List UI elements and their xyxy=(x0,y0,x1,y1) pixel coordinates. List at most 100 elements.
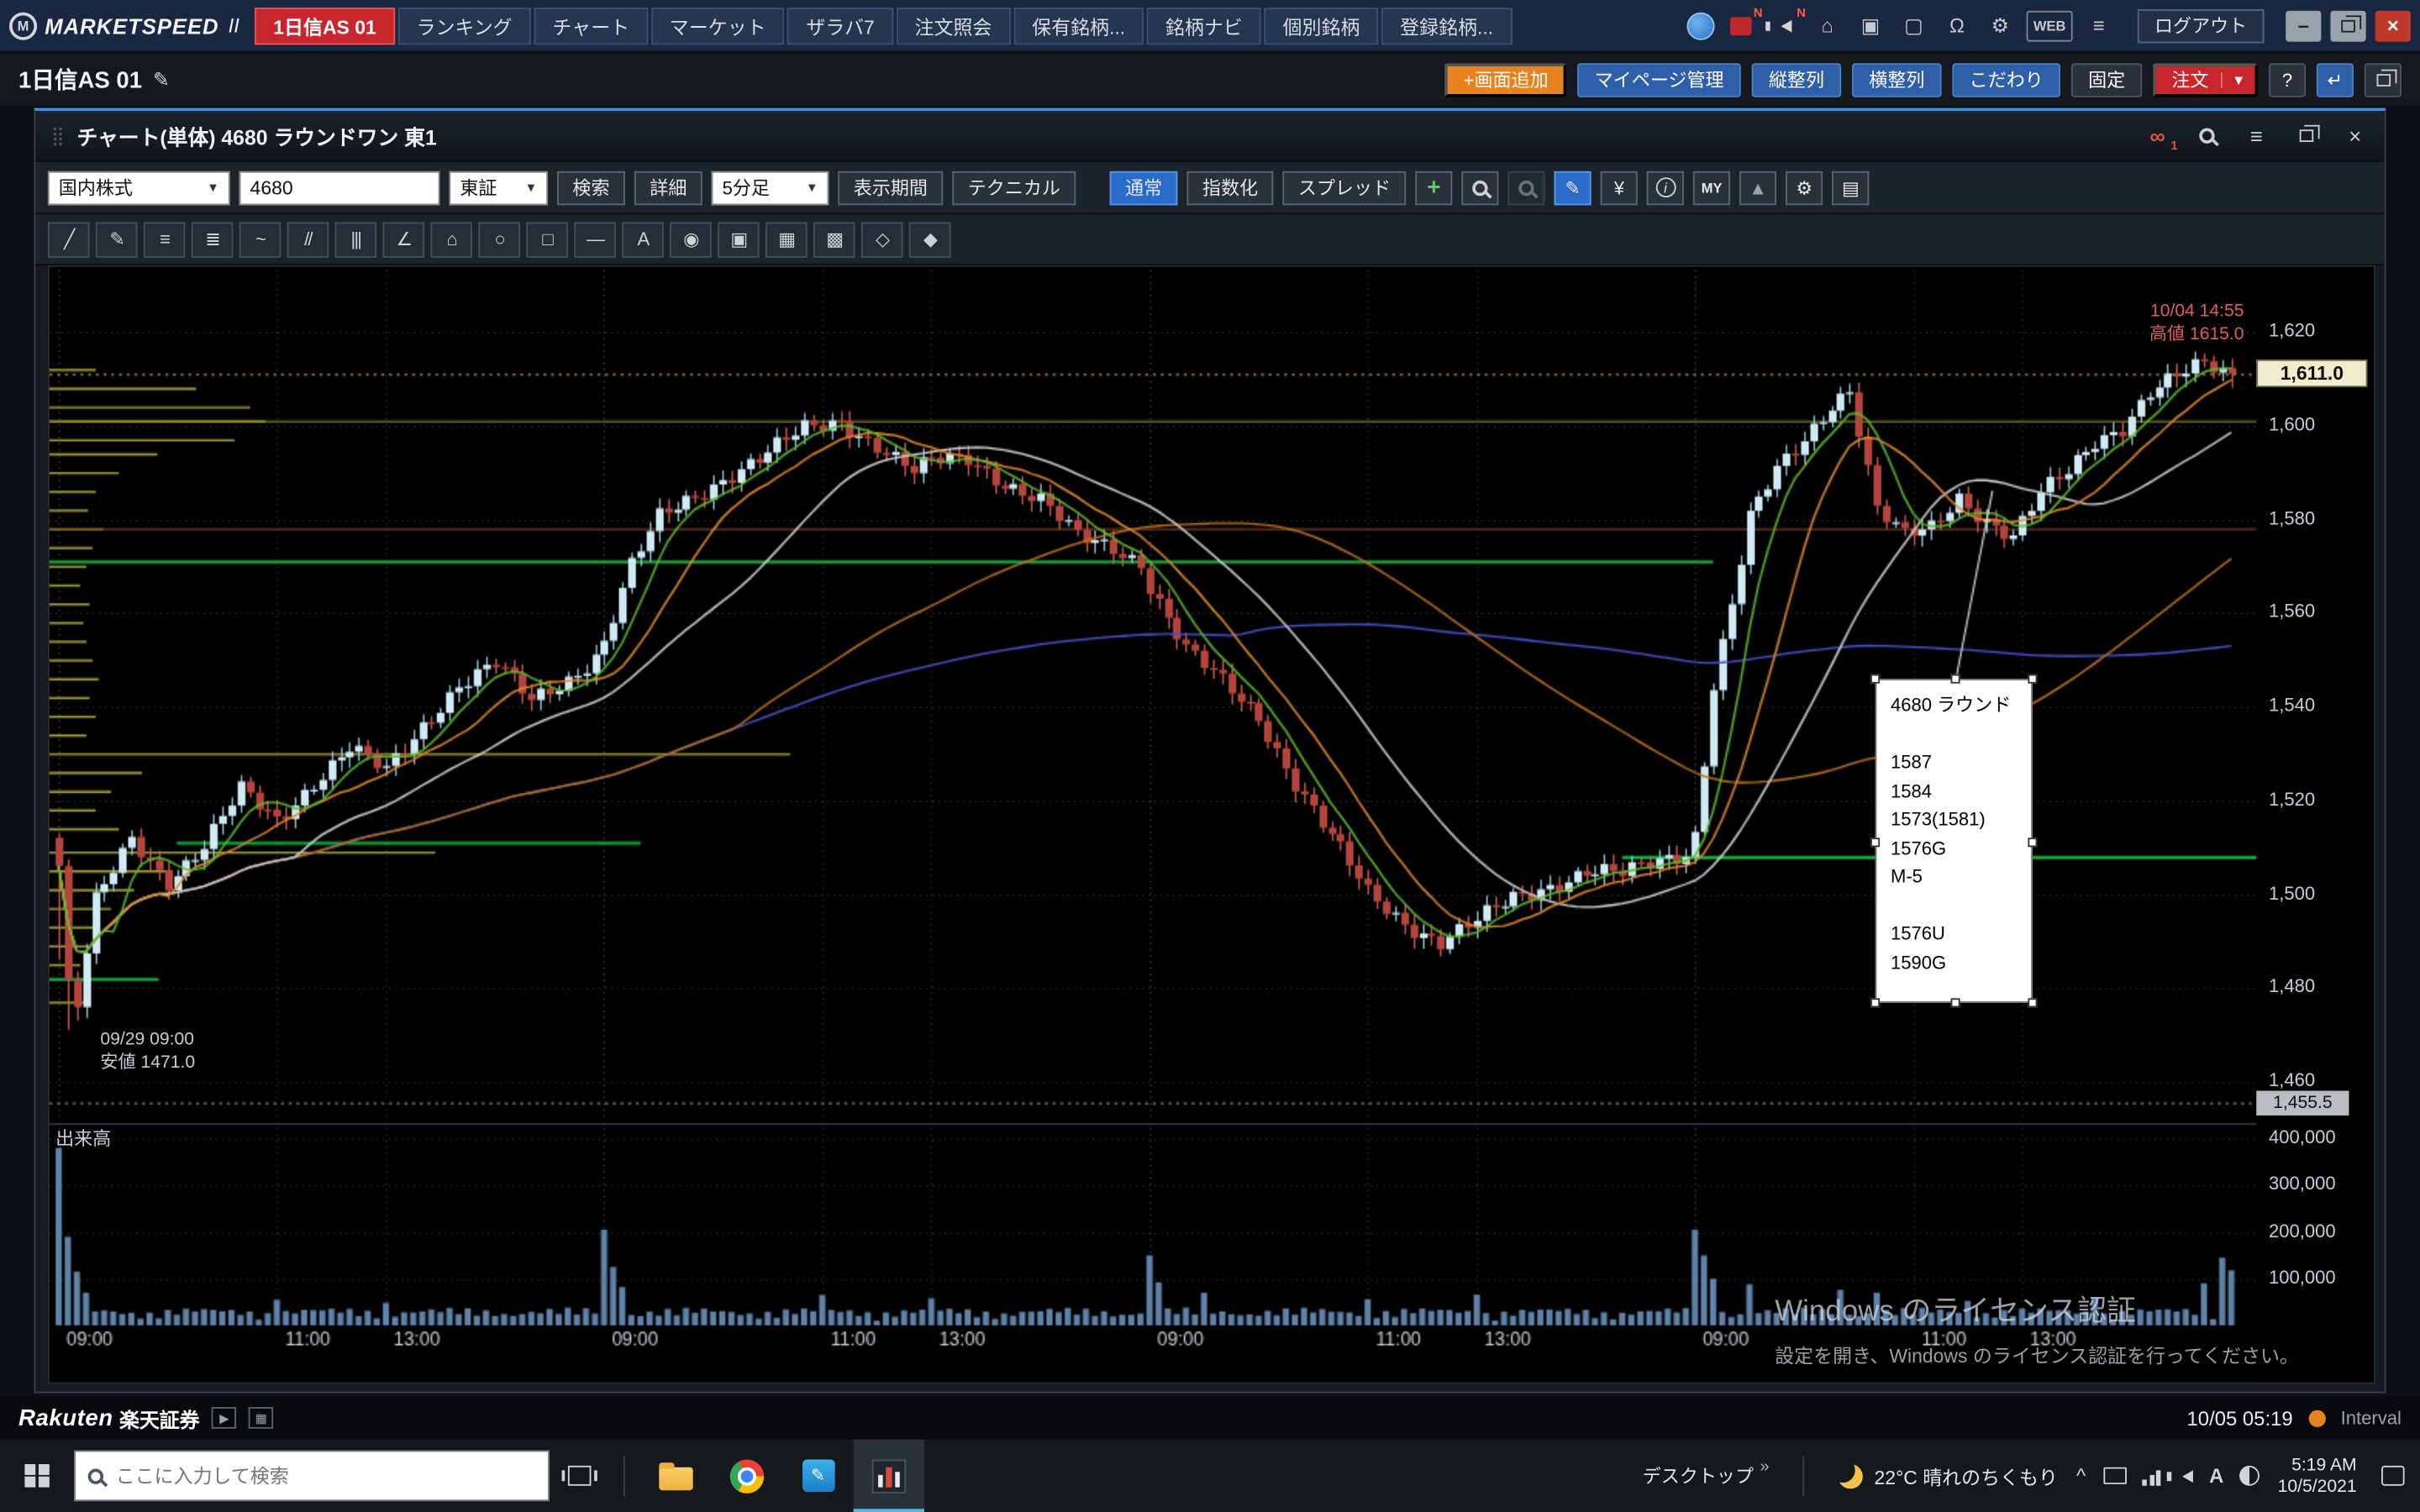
selection-handle[interactable] xyxy=(1870,675,1880,684)
price-lines-dense-tool[interactable]: ≣ xyxy=(192,222,234,257)
selection-handle[interactable] xyxy=(1951,675,1960,684)
app-close-button[interactable]: × xyxy=(2375,10,2411,41)
settings-wrench-button[interactable]: ⚙ xyxy=(1786,171,1823,204)
my-chart-button[interactable]: MY xyxy=(1693,171,1730,204)
window-close-icon[interactable]: × xyxy=(2341,122,2369,150)
order-button[interactable]: 注文▼ xyxy=(2153,62,2258,96)
order-dropdown-icon[interactable]: ▼ xyxy=(2221,71,2245,87)
angle-line-tool[interactable]: ∠ xyxy=(383,222,425,257)
tab-market[interactable]: マーケット xyxy=(651,7,785,44)
timeframe-select[interactable]: 5分足▼ xyxy=(712,171,829,204)
notes-app-button[interactable]: ✎ xyxy=(782,1440,853,1512)
freehand-tool[interactable]: ✎ xyxy=(96,222,138,257)
horizontal-segment-tool[interactable]: — xyxy=(574,222,616,257)
tab-registered-stocks[interactable]: 登録銘柄... xyxy=(1381,7,1512,44)
selection-handle[interactable] xyxy=(1951,998,1960,1007)
window-menu-icon[interactable]: ≡ xyxy=(2243,122,2270,150)
action-center-icon[interactable] xyxy=(2381,1466,2405,1486)
display-icon[interactable] xyxy=(2104,1467,2128,1484)
draw-mode-button[interactable]: ✎ xyxy=(1555,171,1591,204)
area-chart-button[interactable]: ▲ xyxy=(1739,171,1776,204)
eraser-tool[interactable]: ◇ xyxy=(861,222,903,257)
detail-button[interactable]: 詳細 xyxy=(634,171,702,204)
taskbar-search[interactable] xyxy=(74,1450,550,1501)
link-icon[interactable]: ∞1 xyxy=(2144,122,2171,150)
tab-stock-navi[interactable]: 銘柄ナビ xyxy=(1147,7,1261,44)
window-restore-icon[interactable] xyxy=(2291,122,2319,150)
trendline-tool[interactable]: ╱ xyxy=(48,222,90,257)
text-tool[interactable]: A xyxy=(622,222,664,257)
drag-grip-icon[interactable]: ⣿ xyxy=(51,125,65,147)
zoom-in-button[interactable] xyxy=(1462,171,1499,204)
bell-icon[interactable]: Ω xyxy=(1940,10,1974,41)
contrast-icon[interactable] xyxy=(2239,1466,2260,1486)
selection-handle[interactable] xyxy=(2028,837,2037,847)
polygon-tool[interactable]: ⌂ xyxy=(430,222,472,257)
zoom-out-button[interactable] xyxy=(1508,171,1545,204)
menu-icon[interactable]: ≡ xyxy=(2082,10,2116,41)
selection-handle[interactable] xyxy=(1870,837,1880,847)
tray-overflow-caret[interactable]: ^ xyxy=(2076,1464,2086,1488)
home-icon[interactable]: ⌂ xyxy=(1810,10,1844,41)
taskbar-clock[interactable]: 5:19 AM 10/5/2021 xyxy=(2278,1454,2357,1497)
ime-mode-icon[interactable]: A xyxy=(2209,1464,2223,1488)
help-button[interactable]: ? xyxy=(2269,62,2306,96)
market-news-icon[interactable]: N xyxy=(1724,10,1758,41)
kodawari-button[interactable]: こだわり xyxy=(1952,62,2060,96)
tab-chart[interactable]: チャート xyxy=(534,7,648,44)
icon-stamp-tool[interactable]: ◉ xyxy=(670,222,712,257)
tab-holdings[interactable]: 保有銘柄... xyxy=(1013,7,1144,44)
edit-title-icon[interactable]: ✎ xyxy=(153,67,170,92)
taskbar-search-input[interactable] xyxy=(116,1465,487,1487)
weather-widget[interactable]: 22°C 晴れのちくもり xyxy=(1839,1461,2058,1490)
rectangle-tool[interactable]: □ xyxy=(526,222,568,257)
logout-button[interactable]: ログアウト xyxy=(2138,8,2265,42)
chart-note-annotation[interactable]: 4680 ラウンド 1587 1584 1573(1581) 1576G M-5… xyxy=(1876,679,2033,1003)
eraser-all-tool[interactable]: ◆ xyxy=(909,222,951,257)
network-icon[interactable] xyxy=(2143,1467,2161,1485)
search-button[interactable]: 検索 xyxy=(557,171,625,204)
exchange-select[interactable]: 東証▼ xyxy=(449,171,548,204)
layout-popout-icon[interactable] xyxy=(2365,62,2402,96)
spread-mode-button[interactable]: スプレッド xyxy=(1282,171,1406,204)
file-explorer-button[interactable] xyxy=(640,1440,711,1512)
window-search-icon[interactable] xyxy=(2193,122,2221,150)
chrome-button[interactable] xyxy=(712,1440,782,1512)
panel-toggle-icon[interactable]: ▶ xyxy=(212,1407,236,1429)
settings-gear-icon[interactable]: ⚙ xyxy=(1983,10,2017,41)
vertical-lines-tool[interactable]: ||| xyxy=(335,222,377,257)
pin-button[interactable]: 固定 xyxy=(2071,62,2143,96)
ellipse-tool[interactable]: ○ xyxy=(478,222,520,257)
mypage-manage-button[interactable]: マイページ管理 xyxy=(1578,62,1741,96)
volume-icon[interactable] xyxy=(2177,1469,2194,1482)
selection-handle[interactable] xyxy=(2028,998,2037,1007)
layout-grid-icon[interactable]: ▦ xyxy=(249,1407,273,1429)
symbol-code-input[interactable] xyxy=(239,171,440,204)
selection-handle[interactable] xyxy=(2028,675,2037,684)
horizontal-align-button[interactable]: 横整列 xyxy=(1852,62,1942,96)
price-lines-tool[interactable]: ≡ xyxy=(144,222,186,257)
monitor-icon[interactable]: ▢ xyxy=(1897,10,1930,41)
tab-individual-stock[interactable]: 個別銘柄 xyxy=(1264,7,1378,44)
app-minimize-button[interactable]: – xyxy=(2286,10,2321,41)
selection-handle[interactable] xyxy=(1870,998,1880,1007)
app-restore-button[interactable] xyxy=(2330,10,2365,41)
chart-window-titlebar[interactable]: ⣿ チャート(単体) 4680 ラウンドワン 東1 ∞1 ≡ × xyxy=(35,111,2384,162)
marketspeed-taskbar-button[interactable] xyxy=(854,1440,924,1512)
tab-order-inquiry[interactable]: 注文照会 xyxy=(897,7,1011,44)
tab-day-margin-as[interactable]: 1日信AS 01 xyxy=(255,7,395,44)
desktop-toolbar[interactable]: デスクトップ » xyxy=(1643,1462,1770,1488)
start-button[interactable] xyxy=(0,1440,74,1512)
duplicate-tool[interactable]: ▦ xyxy=(765,222,808,257)
yen-display-button[interactable]: ¥ xyxy=(1601,171,1638,204)
indexed-mode-button[interactable]: 指数化 xyxy=(1187,171,1274,204)
add-indicator-button[interactable]: + xyxy=(1415,171,1452,204)
curve-tool[interactable]: ~ xyxy=(239,222,281,257)
web-badge[interactable]: WEB xyxy=(2027,10,2073,41)
market-select[interactable]: 国内株式▼ xyxy=(48,171,230,204)
info-button[interactable]: i xyxy=(1647,171,1684,204)
technical-button[interactable]: テクニカル xyxy=(952,171,1076,204)
parallel-lines-tool[interactable]: // xyxy=(287,222,329,257)
vertical-align-button[interactable]: 縦整列 xyxy=(1752,62,1842,96)
note-tool[interactable]: ▣ xyxy=(718,222,760,257)
